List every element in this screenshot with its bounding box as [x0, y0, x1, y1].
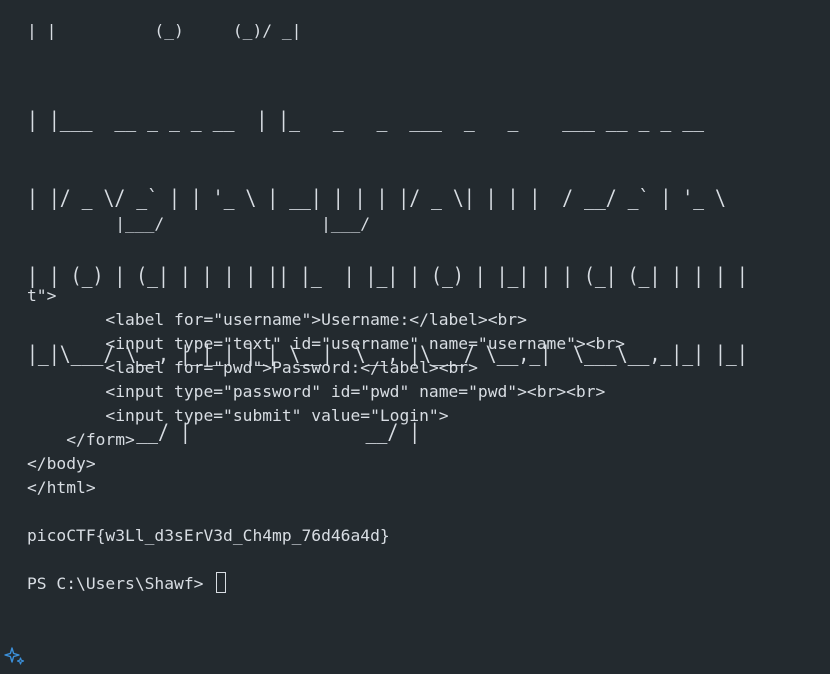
- terminal-output-line: </html>: [27, 478, 96, 497]
- ascii-banner-row: | |/ _ \/ _` | | '_ \ | __| | | | |/ _ \…: [27, 186, 726, 211]
- terminal-output-line: </body>: [27, 454, 96, 473]
- flag-output: picoCTF{w3Ll_d3sErV3d_Ch4mp_76d46a4d}: [27, 526, 390, 545]
- terminal-output-line: <label for="username">Username:</label><…: [27, 310, 527, 329]
- ascii-banner-top: | | (_) (_)/ _|: [27, 21, 302, 40]
- terminal-output-line: <input type="password" id="pwd" name="pw…: [27, 382, 606, 401]
- ascii-banner-bottom: |___/ |___/: [27, 214, 371, 233]
- terminal-output-line: t">: [27, 286, 57, 305]
- terminal-output-line: <input type="submit" value="Login">: [27, 406, 449, 425]
- ascii-banner-row: | | (_) | (_| | | | | || |_ | |_| | (_) …: [27, 264, 748, 289]
- shell-prompt: PS C:\Users\Shawf>: [27, 574, 214, 593]
- terminal-output-line: <label for="pwd">Password:</label><br>: [27, 358, 478, 377]
- terminal-output-line: </form>: [27, 430, 135, 449]
- sparkle-icon[interactable]: [4, 645, 26, 667]
- terminal-output-line: <input type="text" id="username" name="u…: [27, 334, 625, 353]
- ascii-banner-main: | |___ __ _ _ _ __ | |_ _ _ ___ _ _ ___ …: [27, 56, 748, 498]
- terminal-window[interactable]: | | (_) (_)/ _| | |___ __ _ _ _ __ | |_ …: [0, 0, 830, 674]
- terminal-cursor[interactable]: [216, 572, 226, 593]
- ascii-banner-row: | |___ __ _ _ _ __ | |_ _ _ ___ _ _ ___ …: [27, 108, 705, 133]
